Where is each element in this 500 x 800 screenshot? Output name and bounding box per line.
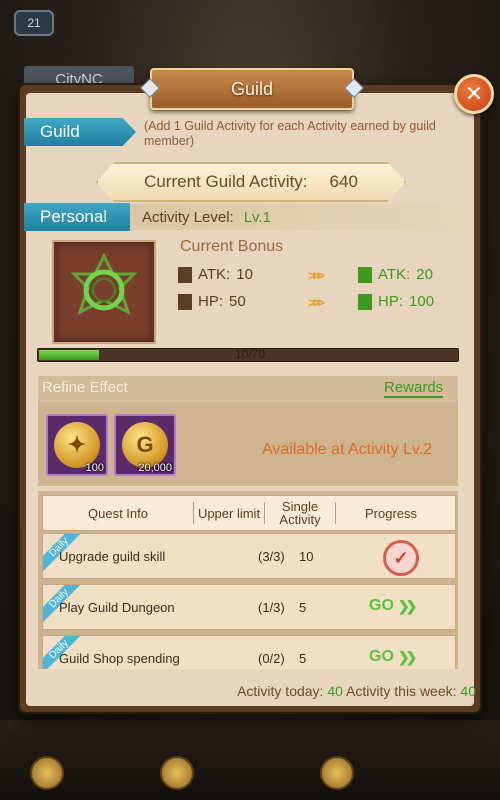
reward-qty: 20,000: [138, 462, 172, 474]
quest-single-activity: 5: [299, 600, 307, 615]
reward-item-guild-coin[interactable]: ✦ 100: [46, 414, 108, 476]
quest-name: Guild Shop spending: [59, 651, 180, 666]
single-activity-header: Single Activity: [279, 499, 321, 527]
personal-section-label: Personal: [24, 203, 144, 231]
atk-value: 20: [416, 266, 433, 283]
go-button[interactable]: GO ❯❯: [369, 597, 418, 615]
atk-icon: [358, 266, 372, 283]
go-label: GO: [369, 648, 394, 665]
guild-activity-value: 640: [329, 172, 358, 191]
guild-activity-label: Current Guild Activity:: [144, 172, 308, 191]
bottom-scenery: [0, 720, 500, 800]
guild-activity-plate: Current Guild Activity: 640: [96, 162, 406, 202]
hp-value: 100: [409, 293, 435, 310]
guild-activity-note: (Add 1 Guild Activity for each Activity …: [144, 119, 436, 148]
quest-row: Daily Guild Shop spending (0/2) 5 GO ❯❯: [42, 635, 456, 669]
go-arrow-icon: ❯❯: [397, 597, 418, 614]
current-atk: ATK: 10: [178, 266, 253, 283]
activity-level-value: Lv.1: [243, 208, 271, 226]
next-atk: ATK: 20: [358, 266, 433, 283]
hp-value: 50: [229, 293, 246, 310]
quest-header: Quest Info Upper limit Single Activity P…: [42, 495, 456, 531]
hp-icon: [358, 293, 372, 310]
dialog-title: Guild: [150, 68, 354, 110]
quest-limit: (0/2): [258, 651, 285, 666]
guild-emblem-icon: [70, 252, 138, 315]
upper-limit-header: Upper limit: [197, 505, 261, 521]
quest-info-header: Quest Info: [88, 505, 148, 521]
dialog-title-text: Guild: [230, 78, 274, 99]
current-bonus-title: Current Bonus: [180, 238, 284, 255]
today-label: Activity today:: [237, 683, 324, 699]
hp-label: HP:: [378, 293, 404, 310]
upgrade-arrow-icon: >>>: [308, 295, 325, 310]
available-text: Available at Activity Lv.2: [262, 441, 433, 458]
reward-qty: 100: [85, 462, 104, 474]
activity-level-label: Activity Level:: [142, 208, 234, 226]
go-label: GO: [369, 597, 394, 614]
quest-list[interactable]: Quest Info Upper limit Single Activity P…: [38, 491, 458, 669]
level-badge: 21: [14, 10, 54, 36]
close-icon: ✕: [464, 81, 484, 106]
atk-value: 10: [236, 266, 253, 283]
close-button[interactable]: ✕: [454, 74, 494, 114]
atk-label: ATK:: [378, 266, 411, 283]
progress-header: Progress: [364, 505, 418, 521]
reward-item-gold[interactable]: G 20,000: [114, 414, 176, 476]
activity-level-row: Activity Level: Lv.1: [130, 204, 472, 230]
coin-pile-icon: [30, 756, 64, 790]
quest-row: Daily Play Guild Dungeon (1/3) 5 GO ❯❯: [42, 584, 456, 630]
atk-icon: [178, 266, 192, 283]
week-value: 40: [460, 683, 476, 699]
upgrade-arrow-icon: >>>: [308, 268, 325, 283]
refine-title: Refine Effect: [42, 379, 128, 396]
atk-label: ATK:: [198, 266, 231, 283]
coin-pile-icon: [160, 756, 194, 790]
go-arrow-icon: ❯❯: [397, 648, 418, 665]
quest-single-activity: 5: [299, 651, 307, 666]
guild-section-label: Guild: [24, 118, 136, 146]
rewards-link[interactable]: Rewards: [384, 379, 444, 398]
current-hp: HP: 50: [178, 293, 246, 310]
coin-pile-icon: [320, 756, 354, 790]
quest-name: Play Guild Dungeon: [59, 600, 175, 615]
quest-name: Upgrade guild skill: [59, 549, 166, 564]
hp-icon: [178, 293, 192, 310]
progress-text: 10/70: [234, 347, 266, 361]
quest-limit: (3/3): [258, 549, 285, 564]
today-value: 40: [327, 683, 343, 699]
go-button[interactable]: GO ❯❯: [369, 648, 418, 666]
guild-emblem: [52, 240, 156, 344]
activity-summary: Activity today: 40 Activity this week: 4…: [0, 683, 476, 699]
week-label: Activity this week:: [346, 683, 457, 699]
quest-single-activity: 10: [299, 549, 314, 564]
next-hp: HP: 100: [358, 293, 434, 310]
quest-limit: (1/3): [258, 600, 285, 615]
quest-row: Daily Upgrade guild skill (3/3) 10 ✓: [42, 533, 456, 579]
hp-label: HP:: [198, 293, 224, 310]
completed-check-icon: ✓: [383, 540, 419, 576]
